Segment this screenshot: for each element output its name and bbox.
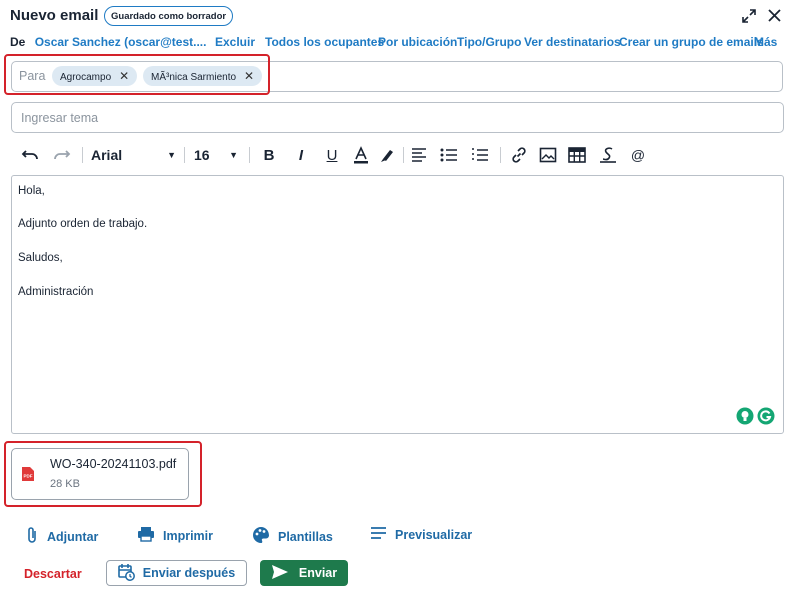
preview-label: Previsualizar bbox=[395, 527, 473, 542]
grammarly-icon[interactable] bbox=[757, 407, 775, 425]
redo-icon[interactable] bbox=[52, 145, 72, 165]
schedule-calendar-icon bbox=[117, 563, 135, 584]
expand-icon[interactable] bbox=[741, 8, 757, 24]
signature-icon[interactable] bbox=[599, 145, 617, 165]
exclude-link[interactable]: Excluir bbox=[215, 35, 255, 49]
link-icon[interactable] bbox=[510, 145, 528, 165]
undo-icon[interactable] bbox=[20, 145, 40, 165]
sender-dropdown[interactable]: Oscar Sanchez (oscar@test.... bbox=[35, 35, 207, 49]
printer-icon bbox=[137, 526, 155, 545]
attachment-highlight bbox=[4, 441, 202, 507]
templates-button[interactable]: Plantillas bbox=[252, 526, 333, 547]
body-line: Saludos, bbox=[18, 252, 63, 264]
highlight-icon[interactable] bbox=[379, 145, 395, 165]
attach-button[interactable]: Adjuntar bbox=[25, 526, 98, 547]
message-editor[interactable] bbox=[11, 175, 784, 434]
print-label: Imprimir bbox=[163, 528, 214, 543]
palette-icon bbox=[252, 526, 270, 547]
toolbar-divider bbox=[249, 147, 250, 163]
mention-icon[interactable]: @ bbox=[630, 145, 646, 165]
numbered-list-icon[interactable] bbox=[471, 145, 489, 165]
print-button[interactable]: Imprimir bbox=[137, 526, 213, 545]
send-button[interactable]: Enviar bbox=[260, 560, 348, 586]
body-line: Adjunto orden de trabajo. bbox=[18, 218, 148, 230]
body-line: Administración bbox=[18, 286, 94, 298]
text-color-icon[interactable] bbox=[353, 145, 369, 165]
underline-icon[interactable]: U bbox=[324, 145, 340, 165]
type-group-link[interactable]: Tipo/Grupo bbox=[457, 35, 521, 49]
font-size-value: 16 bbox=[194, 147, 210, 163]
view-recipients-link[interactable]: Ver destinatarios bbox=[524, 35, 621, 49]
send-later-button[interactable]: Enviar después bbox=[106, 560, 247, 586]
discard-button[interactable]: Descartar bbox=[24, 567, 82, 581]
subject-input[interactable]: Ingresar tema bbox=[11, 102, 784, 133]
from-row: De Oscar Sanchez (oscar@test.... bbox=[10, 35, 206, 49]
toolbar-divider bbox=[184, 147, 185, 163]
toolbar-divider bbox=[500, 147, 501, 163]
font-family-value: Arial bbox=[91, 147, 123, 163]
send-label: Enviar bbox=[298, 566, 338, 580]
send-icon bbox=[271, 564, 289, 583]
font-family-select[interactable]: Arial ▼ bbox=[91, 145, 176, 165]
table-icon[interactable] bbox=[568, 145, 586, 165]
italic-icon[interactable]: I bbox=[293, 145, 309, 165]
chevron-down-icon: ▼ bbox=[167, 150, 176, 160]
close-icon[interactable] bbox=[767, 8, 782, 23]
bold-icon[interactable]: B bbox=[261, 145, 277, 165]
toolbar-divider bbox=[82, 147, 83, 163]
templates-label: Plantillas bbox=[278, 529, 333, 544]
body-line: Hola, bbox=[18, 185, 45, 197]
toolbar-divider bbox=[403, 147, 404, 163]
all-occupants-link[interactable]: Todos los ocupantes bbox=[265, 35, 384, 49]
send-later-label: Enviar después bbox=[142, 566, 236, 580]
attach-label: Adjuntar bbox=[47, 529, 99, 544]
more-link[interactable]: Más bbox=[754, 35, 777, 49]
image-icon[interactable] bbox=[539, 145, 557, 165]
chevron-down-icon: ▼ bbox=[229, 150, 238, 160]
window-title: Nuevo email bbox=[10, 7, 99, 24]
preview-button[interactable]: Previsualizar bbox=[370, 526, 472, 543]
paperclip-icon bbox=[25, 526, 39, 547]
align-left-icon[interactable] bbox=[411, 145, 427, 165]
lines-icon bbox=[370, 526, 387, 543]
by-location-link[interactable]: Por ubicación bbox=[378, 35, 457, 49]
create-email-group-link[interactable]: Crear un grupo de emails bbox=[619, 35, 764, 49]
suggestion-bulb-icon[interactable] bbox=[736, 407, 754, 425]
bullet-list-icon[interactable] bbox=[440, 145, 458, 165]
draft-status-badge: Guardado como borrador bbox=[104, 6, 234, 26]
font-size-select[interactable]: 16 ▼ bbox=[194, 145, 238, 165]
from-label: De bbox=[10, 35, 26, 49]
to-field-highlight bbox=[4, 54, 270, 95]
